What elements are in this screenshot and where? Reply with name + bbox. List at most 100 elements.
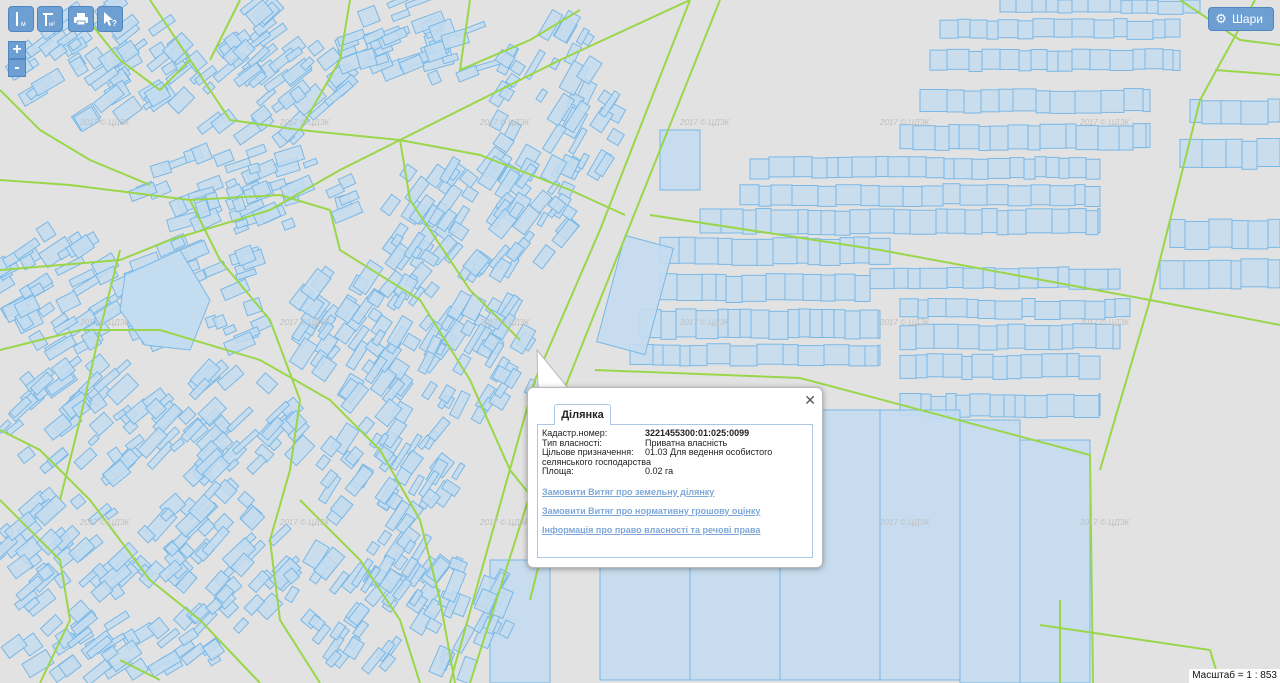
parcel[interactable] bbox=[1097, 125, 1120, 151]
parcel[interactable] bbox=[1132, 48, 1146, 70]
parcel[interactable] bbox=[1066, 353, 1080, 378]
parcel[interactable] bbox=[1071, 48, 1091, 70]
parcel[interactable] bbox=[659, 129, 701, 191]
parcel[interactable] bbox=[946, 267, 964, 289]
parcel[interactable] bbox=[1095, 323, 1114, 349]
parcel[interactable] bbox=[725, 275, 743, 303]
parcel[interactable] bbox=[1240, 100, 1269, 125]
parcel[interactable] bbox=[820, 274, 836, 302]
parcel[interactable] bbox=[989, 394, 1005, 418]
map-canvas[interactable]: 2017 © ЦДЗК 2017 © ЦДЗК 2017 © ЦДЗК 2017 © … bbox=[0, 0, 1280, 683]
parcel[interactable] bbox=[1084, 300, 1106, 320]
parcel[interactable] bbox=[1172, 49, 1181, 71]
parcel[interactable] bbox=[787, 309, 800, 339]
close-icon[interactable]: ✕ bbox=[804, 392, 816, 409]
parcel[interactable] bbox=[1097, 208, 1101, 234]
parcel[interactable] bbox=[676, 274, 703, 302]
parcel[interactable] bbox=[1256, 138, 1280, 168]
parcel[interactable] bbox=[1267, 218, 1280, 248]
parcel[interactable] bbox=[998, 88, 1014, 112]
parcel[interactable] bbox=[925, 157, 945, 179]
parcel[interactable] bbox=[1023, 158, 1036, 180]
parcel[interactable] bbox=[1107, 268, 1121, 290]
parcel[interactable] bbox=[739, 184, 760, 206]
parcel[interactable] bbox=[1225, 138, 1243, 168]
parcel[interactable] bbox=[706, 343, 731, 365]
parcel[interactable] bbox=[859, 309, 879, 339]
parcel[interactable] bbox=[1046, 393, 1075, 417]
parcel[interactable] bbox=[1061, 324, 1074, 350]
parcel[interactable] bbox=[1131, 0, 1148, 14]
parcel[interactable] bbox=[986, 20, 999, 40]
parcel[interactable] bbox=[935, 208, 948, 234]
parcel[interactable] bbox=[755, 208, 772, 234]
parcel[interactable] bbox=[942, 183, 961, 205]
parcel[interactable] bbox=[1240, 258, 1269, 288]
parcel[interactable] bbox=[749, 158, 770, 180]
parcel[interactable] bbox=[662, 344, 681, 366]
parcel[interactable] bbox=[1208, 218, 1233, 248]
parcel[interactable] bbox=[1118, 125, 1134, 151]
parcel[interactable] bbox=[727, 308, 741, 338]
parcel[interactable] bbox=[1084, 268, 1109, 290]
parcel[interactable] bbox=[1075, 125, 1099, 151]
parcel[interactable] bbox=[963, 90, 982, 114]
parcel[interactable] bbox=[1184, 220, 1210, 250]
parcel[interactable] bbox=[1123, 88, 1144, 112]
parcel[interactable] bbox=[893, 209, 911, 235]
parcel[interactable] bbox=[968, 50, 983, 72]
parcel[interactable] bbox=[701, 273, 717, 301]
parcel[interactable] bbox=[1169, 218, 1186, 248]
parcel[interactable] bbox=[971, 353, 994, 378]
parcel[interactable] bbox=[966, 298, 979, 318]
parcel[interactable] bbox=[957, 18, 971, 38]
parcel[interactable] bbox=[986, 184, 1009, 206]
parcel[interactable] bbox=[1087, 0, 1111, 13]
parcel[interactable] bbox=[834, 273, 856, 301]
parcel[interactable] bbox=[811, 157, 828, 179]
parcel[interactable] bbox=[809, 308, 823, 338]
parcel[interactable] bbox=[971, 158, 989, 180]
parcel[interactable] bbox=[921, 185, 944, 207]
identify-button[interactable]: ? bbox=[97, 6, 123, 32]
parcel[interactable] bbox=[849, 209, 871, 235]
parcel[interactable] bbox=[717, 237, 733, 265]
parcel[interactable] bbox=[978, 325, 998, 351]
parcel[interactable] bbox=[899, 298, 919, 318]
parcel[interactable] bbox=[942, 353, 963, 378]
parcel[interactable] bbox=[768, 310, 789, 340]
parcel[interactable] bbox=[1003, 394, 1016, 418]
parcel[interactable] bbox=[660, 310, 677, 340]
parcel[interactable] bbox=[1039, 123, 1067, 149]
parcel[interactable] bbox=[933, 323, 959, 349]
parcel[interactable] bbox=[694, 237, 719, 265]
parcel[interactable] bbox=[839, 237, 855, 265]
parcel[interactable] bbox=[1034, 156, 1047, 178]
parcel[interactable] bbox=[992, 355, 1008, 380]
parcel[interactable] bbox=[1053, 18, 1073, 38]
parcel[interactable] bbox=[961, 355, 973, 380]
parcel[interactable] bbox=[1089, 49, 1111, 71]
parcel[interactable] bbox=[899, 354, 917, 379]
parcel[interactable] bbox=[996, 210, 1009, 236]
parcel[interactable] bbox=[977, 300, 996, 320]
parcel[interactable] bbox=[1183, 260, 1210, 290]
parcel[interactable] bbox=[1164, 18, 1181, 38]
parcel[interactable] bbox=[1071, 18, 1095, 38]
parcel[interactable] bbox=[1012, 88, 1037, 112]
parcel[interactable] bbox=[989, 125, 1009, 151]
parcel[interactable] bbox=[834, 210, 851, 236]
parcel[interactable] bbox=[797, 345, 825, 367]
parcel[interactable] bbox=[1113, 18, 1128, 38]
parcel[interactable] bbox=[899, 325, 917, 351]
parcel[interactable] bbox=[652, 344, 664, 366]
parcel[interactable] bbox=[875, 156, 889, 178]
parcel[interactable] bbox=[835, 184, 862, 206]
parcel[interactable] bbox=[1041, 353, 1068, 378]
parcel[interactable] bbox=[869, 268, 895, 290]
parcel[interactable] bbox=[1085, 158, 1101, 180]
parcel[interactable] bbox=[1007, 124, 1029, 150]
parcel[interactable] bbox=[929, 49, 948, 71]
parcel[interactable] bbox=[797, 209, 809, 235]
parcel[interactable] bbox=[1006, 355, 1022, 380]
